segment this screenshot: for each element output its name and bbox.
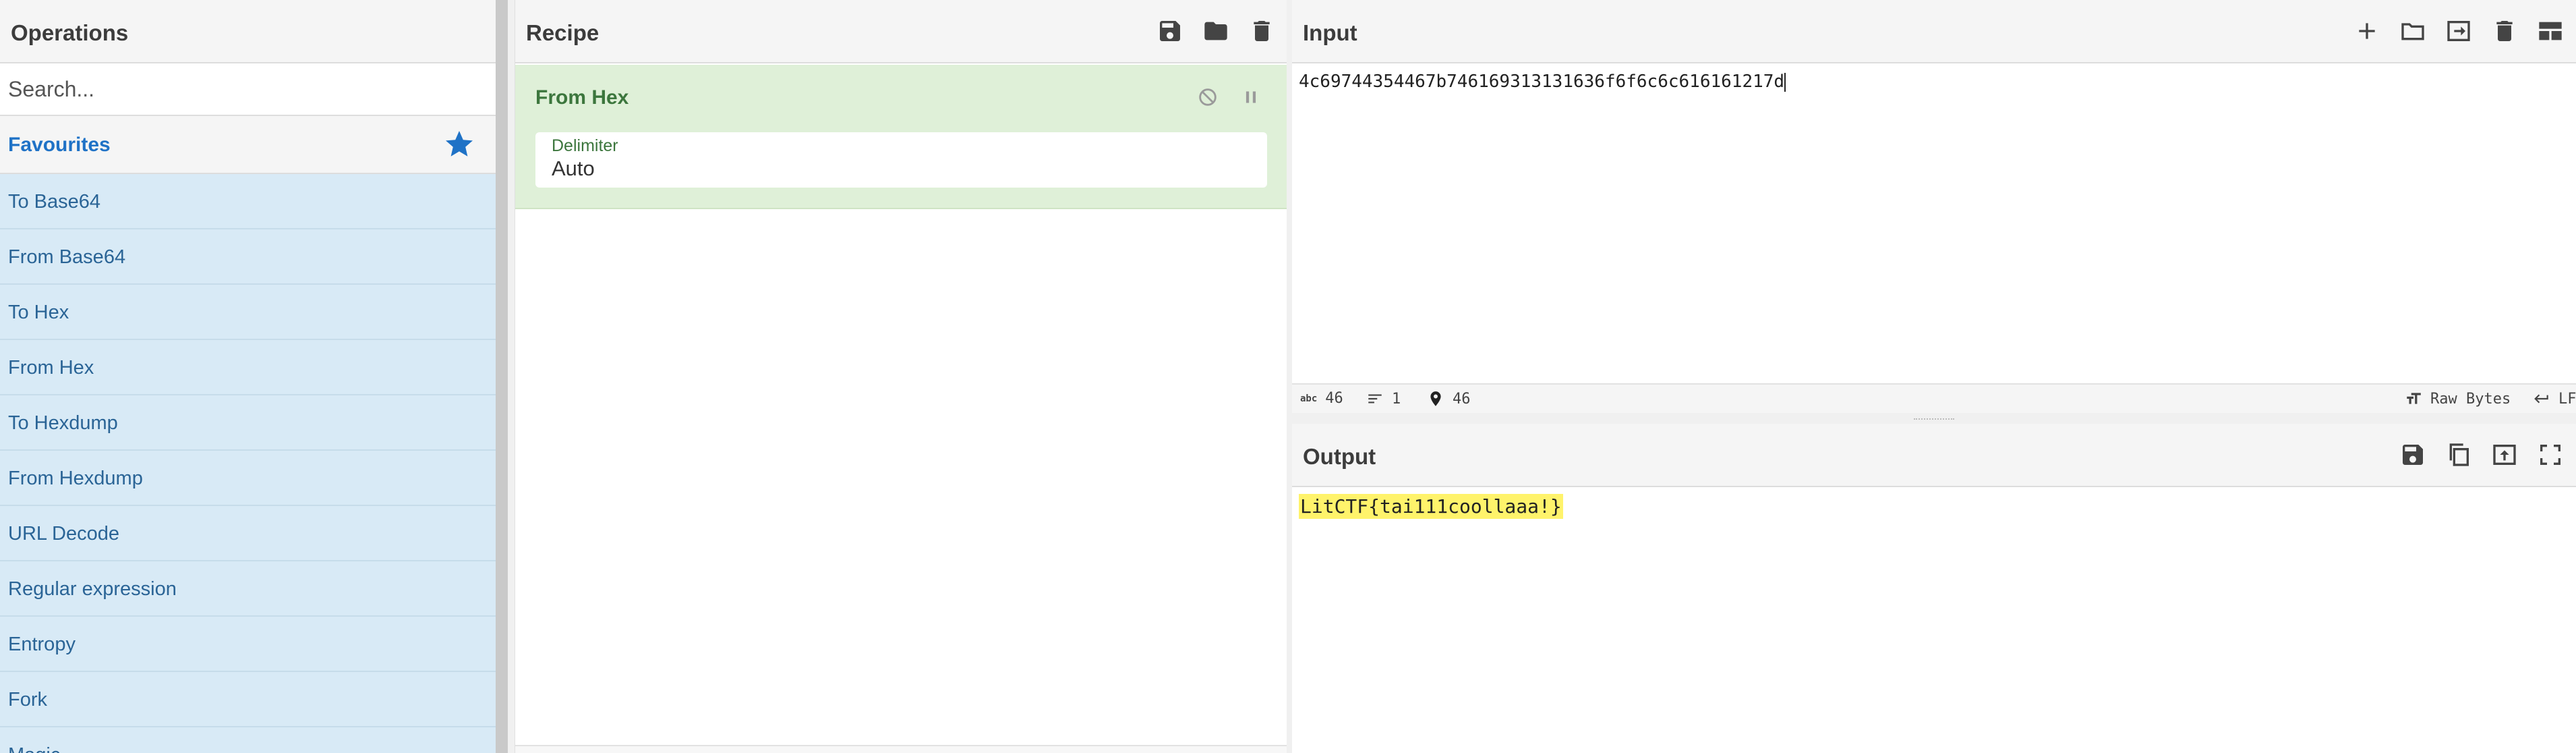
- operation-item[interactable]: From Hexdump: [0, 451, 496, 506]
- open-folder-button[interactable]: [2397, 15, 2429, 47]
- delimiter-label: Delimiter: [552, 136, 618, 155]
- operation-item[interactable]: From Base64: [0, 229, 496, 285]
- recipe-title: Recipe: [526, 20, 599, 45]
- favourites-category[interactable]: Favourites: [0, 116, 496, 174]
- search-box: [0, 63, 496, 116]
- operations-list: To Base64 From Base64 To Hex From Hex To…: [0, 174, 496, 753]
- input-file-icon: [2447, 21, 2470, 41]
- output-title: Output: [1303, 444, 1376, 469]
- operation-item[interactable]: To Hexdump: [0, 395, 496, 451]
- encoding-selector[interactable]: Raw Bytes: [2405, 390, 2511, 408]
- favourites-label: Favourites: [8, 134, 111, 156]
- copy-output-button[interactable]: [2442, 439, 2475, 471]
- text-caret: [1784, 72, 1786, 92]
- save-recipe-button[interactable]: [1154, 15, 1186, 47]
- trash-icon: [1254, 21, 1270, 41]
- recipe-panel: Recipe From Hex Delimiter Auto: [515, 0, 1287, 753]
- operation-item[interactable]: Entropy: [0, 617, 496, 672]
- position-indicator: 46: [1427, 390, 1471, 408]
- search-input[interactable]: [0, 63, 496, 115]
- trash-icon: [2496, 21, 2513, 41]
- eol-selector[interactable]: LF: [2533, 390, 2576, 408]
- maximise-output-button[interactable]: [2534, 439, 2567, 471]
- replace-input-button[interactable]: [2488, 439, 2521, 471]
- length-indicator: abc 46: [1300, 390, 1343, 407]
- position-value: 46: [1453, 390, 1471, 408]
- folder-icon: [1204, 22, 1227, 40]
- folder-icon: [2401, 23, 2424, 40]
- recipe-operation[interactable]: From Hex Delimiter Auto: [515, 65, 1287, 209]
- clear-recipe-button[interactable]: [1246, 15, 1278, 47]
- star-icon[interactable]: [443, 128, 475, 161]
- input-header: Input: [1292, 0, 2576, 63]
- input-statusbar: abc 46 1 46 Raw Bytes LF: [1292, 383, 2576, 413]
- operation-item[interactable]: Regular expression: [0, 561, 496, 617]
- fullscreen-icon: [2540, 445, 2560, 465]
- plus-icon: [2359, 23, 2375, 39]
- output-pane: Output LitCTF{tai111coollaaa!}: [1292, 424, 2576, 753]
- disable-operation-button[interactable]: [1192, 81, 1224, 113]
- output-header: Output: [1292, 424, 2576, 487]
- operations-header: Operations: [0, 0, 496, 63]
- text-size-icon: [2407, 393, 2421, 404]
- abc-icon: abc: [1300, 393, 1318, 404]
- copy-icon: [2449, 443, 2469, 466]
- operations-scrollbar[interactable]: [496, 0, 508, 753]
- input-text: 4c69744354467b746169313131636f6f6c6c6161…: [1299, 72, 1785, 92]
- io-panel: Input 4c69744354467b746169313131636f6f6c…: [1292, 0, 2576, 753]
- load-recipe-button[interactable]: [1200, 15, 1232, 47]
- return-arrow-icon: [2534, 394, 2548, 403]
- input-title: Input: [1303, 20, 1357, 45]
- save-icon: [1160, 21, 1180, 41]
- recipe-header: Recipe: [515, 0, 1287, 63]
- operations-title: Operations: [11, 20, 129, 45]
- add-tab-button[interactable]: [2351, 15, 2383, 47]
- pause-operation-button[interactable]: [1235, 81, 1267, 113]
- output-textarea[interactable]: LitCTF{tai111coollaaa!}: [1299, 494, 1563, 519]
- operation-item[interactable]: Magic: [0, 727, 496, 753]
- output-text: LitCTF{tai111coollaaa!}: [1299, 494, 1563, 519]
- save-output-button[interactable]: [2397, 439, 2429, 471]
- operation-name: From Hex: [535, 86, 629, 109]
- upload-icon: [2493, 445, 2516, 465]
- operation-item[interactable]: From Hex: [0, 340, 496, 395]
- input-textarea[interactable]: 4c69744354467b746169313131636f6f6c6c6161…: [1292, 63, 2576, 386]
- lines-value: 1: [1392, 390, 1401, 408]
- disable-icon: [1199, 88, 1217, 106]
- operation-item[interactable]: To Hex: [0, 285, 496, 340]
- input-pane: Input 4c69744354467b746169313131636f6f6c…: [1292, 0, 2576, 413]
- length-value: 46: [1325, 390, 1343, 407]
- layout-icon: [2539, 22, 2562, 40]
- recipe-footer: [515, 745, 1287, 753]
- operation-item[interactable]: To Base64: [0, 174, 496, 229]
- lines-icon: [1368, 394, 1382, 403]
- delimiter-value[interactable]: Auto: [552, 157, 595, 181]
- lines-indicator: 1: [1366, 390, 1401, 408]
- operations-panel: Operations Favourites To Base64 From Bas…: [0, 0, 496, 753]
- save-icon: [2403, 445, 2423, 465]
- encoding-value: Raw Bytes: [2430, 390, 2511, 408]
- panel-divider[interactable]: [1287, 0, 1292, 753]
- location-pin-icon: [1430, 391, 1441, 406]
- pause-icon: [1246, 91, 1256, 103]
- reset-layout-button[interactable]: [2534, 15, 2567, 47]
- open-file-button[interactable]: [2442, 15, 2475, 47]
- operation-item[interactable]: URL Decode: [0, 506, 496, 561]
- panel-divider[interactable]: [508, 0, 515, 753]
- eol-value: LF: [2558, 390, 2576, 408]
- clear-input-button[interactable]: [2488, 15, 2521, 47]
- delimiter-field[interactable]: Delimiter Auto: [535, 132, 1267, 188]
- grip-icon: [1914, 418, 1954, 422]
- operation-item[interactable]: Fork: [0, 672, 496, 727]
